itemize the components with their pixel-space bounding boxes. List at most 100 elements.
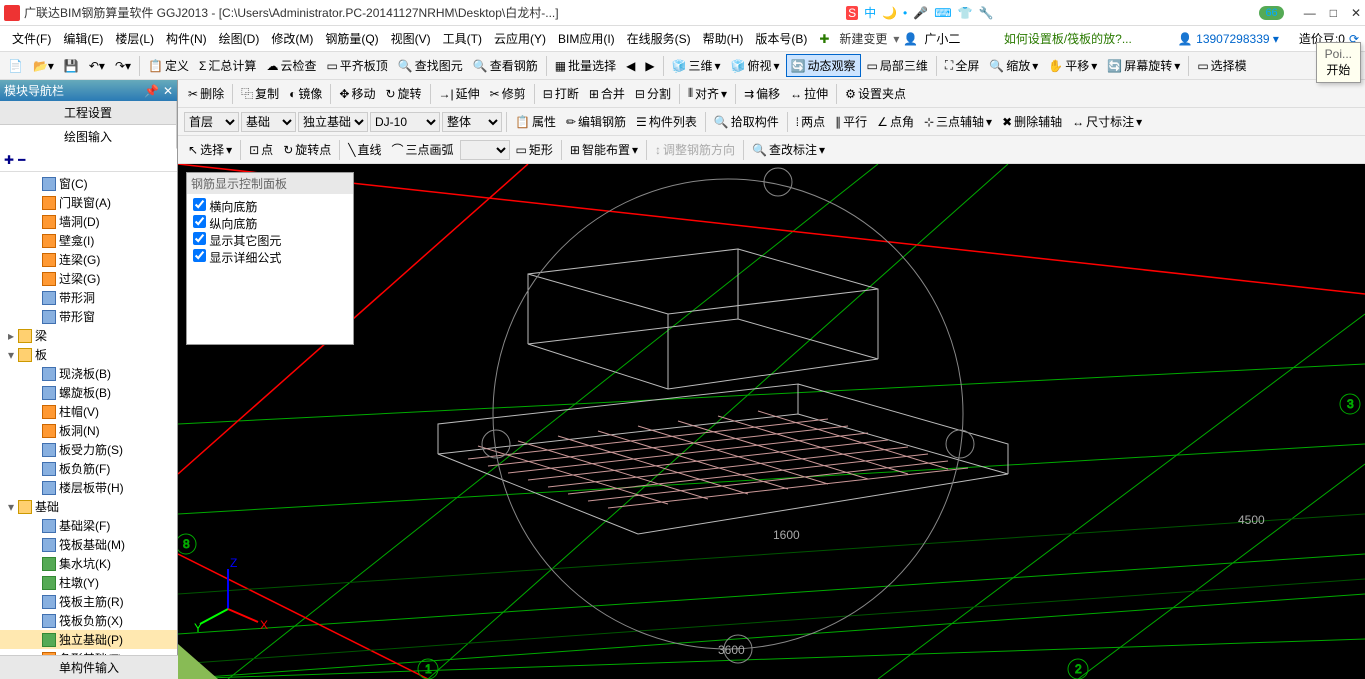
collapse-icon[interactable]: ━ bbox=[18, 153, 25, 167]
rebar-option[interactable]: 横向底筋 bbox=[191, 198, 349, 215]
help-link[interactable]: 如何设置板/筏板的放?... bbox=[998, 28, 1138, 49]
mic-icon[interactable]: 🎤 bbox=[913, 6, 928, 20]
notif-badge[interactable]: 66 bbox=[1259, 6, 1283, 20]
tree-item[interactable]: 带形洞 bbox=[0, 288, 177, 307]
undo-icon[interactable]: ↶▾ bbox=[85, 57, 109, 75]
trim-button[interactable]: ✂修剪 bbox=[486, 83, 530, 104]
menu-component[interactable]: 构件(N) bbox=[160, 28, 213, 49]
props-button[interactable]: 📋属性 bbox=[511, 111, 560, 132]
keyboard-icon[interactable]: ⌨ bbox=[934, 6, 951, 20]
break-button[interactable]: ⊟打断 bbox=[539, 83, 583, 104]
pick-button[interactable]: 🔍拾取构件 bbox=[710, 111, 783, 132]
extend-button[interactable]: →|延伸 bbox=[435, 83, 484, 104]
expand-icon[interactable]: ✚ bbox=[4, 153, 14, 167]
tree-item[interactable]: ▾基础 bbox=[0, 497, 177, 516]
offset-button[interactable]: ⇉偏移 bbox=[740, 83, 784, 104]
parallel-button[interactable]: ∥平行 bbox=[831, 111, 871, 132]
tree-item[interactable]: 过梁(G) bbox=[0, 269, 177, 288]
batch-select-button[interactable]: ▦批量选择 bbox=[551, 55, 620, 76]
tree-item[interactable]: 连梁(G) bbox=[0, 250, 177, 269]
menu-rebar[interactable]: 钢筋量(Q) bbox=[319, 28, 384, 49]
single-input-tab[interactable]: 单构件输入 bbox=[0, 655, 178, 679]
menu-online[interactable]: 在线服务(S) bbox=[621, 28, 697, 49]
tree-item[interactable]: 集水坑(K) bbox=[0, 554, 177, 573]
zoom-button[interactable]: 🔍缩放▾ bbox=[985, 55, 1042, 76]
tree-item[interactable]: 楼层板带(H) bbox=[0, 478, 177, 497]
viewport-3d[interactable]: Z Y X 3600 1600 4500 8 1 2 3 钢筋显示控制面板 横向… bbox=[178, 164, 1365, 679]
tab-project-settings[interactable]: 工程设置 bbox=[0, 101, 177, 125]
tree-item[interactable]: 筏板基础(M) bbox=[0, 535, 177, 554]
menu-bim[interactable]: BIM应用(I) bbox=[552, 28, 621, 49]
screen-rotate-button[interactable]: 🔄屏幕旋转▾ bbox=[1103, 55, 1184, 76]
global-select[interactable]: 整体 bbox=[442, 112, 502, 132]
tree-item[interactable]: 柱帽(V) bbox=[0, 402, 177, 421]
plus-icon[interactable]: ✚ bbox=[819, 32, 833, 46]
flat-top-button[interactable]: ▭平齐板顶 bbox=[322, 55, 391, 76]
sogou-icon[interactable]: S bbox=[846, 6, 858, 20]
tree-item[interactable]: 带形窗 bbox=[0, 307, 177, 326]
tree-item[interactable]: 板受力筋(S) bbox=[0, 440, 177, 459]
minimize-button[interactable]: — bbox=[1304, 6, 1316, 20]
menu-view[interactable]: 视图(V) bbox=[385, 28, 437, 49]
shirt-icon[interactable]: 👕 bbox=[958, 6, 973, 20]
floor-select[interactable]: 首层 bbox=[184, 112, 239, 132]
menu-file[interactable]: 文件(F) bbox=[6, 28, 57, 49]
dim-button[interactable]: ↔尺寸标注▾ bbox=[1068, 111, 1146, 132]
menu-edit[interactable]: 编辑(E) bbox=[57, 28, 109, 49]
dynamic-view-button[interactable]: 🔄动态观察 bbox=[786, 54, 861, 77]
select-mode-button[interactable]: ▭选择模 bbox=[1193, 55, 1250, 76]
component-select[interactable]: DJ-10 bbox=[370, 112, 440, 132]
tree-item[interactable]: 板负筋(F) bbox=[0, 459, 177, 478]
tree-item[interactable]: 筏板负筋(X) bbox=[0, 611, 177, 630]
mirror-button[interactable]: ◐镜像 bbox=[285, 83, 326, 104]
new-change-button[interactable]: 新建变更 bbox=[833, 28, 893, 49]
draw-option-select[interactable] bbox=[460, 140, 510, 160]
angle-button[interactable]: ∠点角 bbox=[873, 111, 918, 132]
tree-item[interactable]: 现浇板(B) bbox=[0, 364, 177, 383]
rotate-point-button[interactable]: ↻旋转点 bbox=[279, 139, 335, 160]
tree-item[interactable]: 门联窗(A) bbox=[0, 193, 177, 212]
char-icon[interactable]: 中 bbox=[864, 4, 876, 21]
new-file-icon[interactable]: 📄 bbox=[4, 57, 27, 75]
smart-layout-button[interactable]: ⊞智能布置▾ bbox=[566, 139, 642, 160]
start-tooltip[interactable]: Poi... 开始 bbox=[1316, 42, 1361, 83]
grip-button[interactable]: ⚙设置夹点 bbox=[841, 83, 910, 104]
rebar-option[interactable]: 显示详细公式 bbox=[191, 249, 349, 266]
tree-item[interactable]: 柱墩(Y) bbox=[0, 573, 177, 592]
two-point-button[interactable]: ⁞两点 bbox=[792, 111, 829, 132]
redo-icon[interactable]: ↷▾ bbox=[111, 57, 135, 75]
find-element-button[interactable]: 🔍查找图元 bbox=[394, 55, 467, 76]
sum-button[interactable]: Σ汇总计算 bbox=[195, 55, 260, 76]
rebar-option[interactable]: 显示其它图元 bbox=[191, 232, 349, 249]
three-axis-button[interactable]: ⊹三点辅轴▾ bbox=[920, 111, 996, 132]
panel-close-icon[interactable]: ✕ bbox=[163, 84, 173, 98]
save-icon[interactable]: 💾 bbox=[60, 57, 83, 75]
merge-button[interactable]: ⊞合并 bbox=[585, 83, 629, 104]
tab-draw-input[interactable]: 绘图输入 bbox=[0, 125, 177, 149]
rotate-button[interactable]: ↻旋转 bbox=[381, 83, 425, 104]
view-rebar-button[interactable]: 🔍查看钢筋 bbox=[469, 55, 542, 76]
tree-view[interactable]: 窗(C)门联窗(A)墙洞(D)壁龛(I)连梁(G)过梁(G)带形洞带形窗▸梁▾板… bbox=[0, 172, 177, 662]
local-3d-button[interactable]: ▭局部三维 bbox=[863, 55, 932, 76]
pan-button[interactable]: ✋平移▾ bbox=[1044, 55, 1101, 76]
delete-button[interactable]: ✂删除 bbox=[184, 83, 228, 104]
check-mod-button[interactable]: 🔍查改标注▾ bbox=[748, 139, 829, 160]
open-icon[interactable]: 📂▾ bbox=[29, 57, 58, 75]
rebar-display-panel[interactable]: 钢筋显示控制面板 横向底筋 纵向底筋 显示其它图元 显示详细公式 bbox=[186, 172, 354, 345]
tree-item[interactable]: 板洞(N) bbox=[0, 421, 177, 440]
point-button[interactable]: ⊡点 bbox=[245, 139, 277, 160]
copy-button[interactable]: ⿻复制 bbox=[237, 83, 283, 104]
adjust-dir-button[interactable]: ↕调整钢筋方向 bbox=[651, 139, 739, 160]
3d-button[interactable]: 🧊三维▾ bbox=[668, 55, 725, 76]
pin-icon[interactable]: 📌 bbox=[144, 84, 159, 98]
user-phone[interactable]: 👤 13907298339 ▾ bbox=[1178, 32, 1279, 46]
comp-list-button[interactable]: ☰构件列表 bbox=[632, 111, 701, 132]
tree-item[interactable]: ▸梁 bbox=[0, 326, 177, 345]
moon-icon[interactable]: 🌙 bbox=[882, 6, 897, 20]
rebar-option[interactable]: 纵向底筋 bbox=[191, 215, 349, 232]
menu-floor[interactable]: 楼层(L) bbox=[109, 28, 160, 49]
menu-tools[interactable]: 工具(T) bbox=[437, 28, 488, 49]
tree-item[interactable]: 螺旋板(B) bbox=[0, 383, 177, 402]
close-button[interactable]: ✕ bbox=[1351, 6, 1361, 20]
del-axis-button[interactable]: ✖删除辅轴 bbox=[998, 111, 1066, 132]
